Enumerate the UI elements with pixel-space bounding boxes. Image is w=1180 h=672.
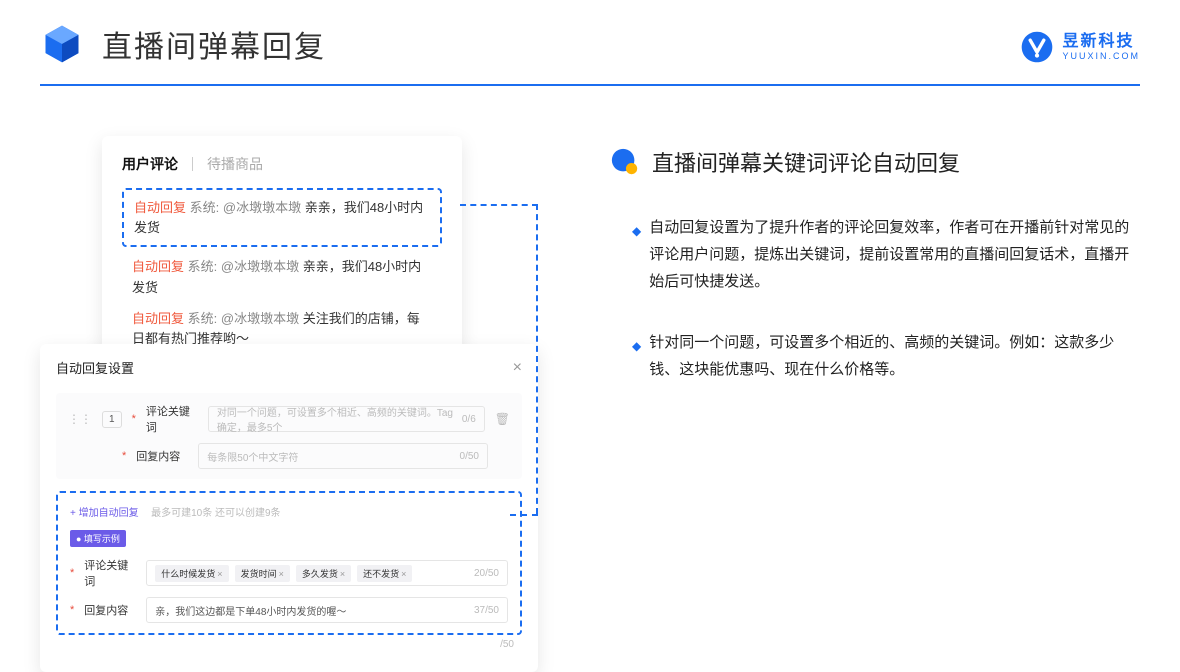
reply-label: 回复内容 xyxy=(136,448,188,464)
bullet-text: 自动回复设置为了提升作者的评论回复效率，作者可在开播前针对常见的评论用户问题，提… xyxy=(649,214,1140,295)
char-counter: 37/50 xyxy=(474,605,499,616)
char-counter: 0/6 xyxy=(462,414,476,425)
required-star: * xyxy=(70,604,74,616)
close-icon[interactable]: × xyxy=(513,359,522,377)
system-label: 系统: @冰墩墩本墩 xyxy=(190,200,305,215)
bullet-text: 针对同一个问题，可设置多个相近的、高频的关键词。例如：这款多少钱、这块能优惠吗、… xyxy=(649,329,1140,383)
keyword-label: 评论关键词 xyxy=(146,403,198,435)
keyword-tag: 多久发货× xyxy=(296,565,351,582)
drag-handle-icon[interactable]: ⋮⋮ xyxy=(68,412,92,426)
required-star: * xyxy=(70,567,74,579)
tab-comments[interactable]: 用户评论 xyxy=(122,154,178,174)
connector-vertical xyxy=(536,204,538,514)
bullet-item: ◆ 针对同一个问题，可设置多个相近的、高频的关键词。例如：这款多少钱、这块能优惠… xyxy=(610,329,1140,383)
keyword-input[interactable]: 对同一个问题，可设置多个相近、高频的关键词。Tag确定，最多5个 0/6 xyxy=(208,406,485,432)
cube-icon xyxy=(40,22,84,66)
highlighted-comment: 自动回复 系统: @冰墩墩本墩 亲亲，我们48小时内发货 xyxy=(122,188,442,247)
system-label: 系统: @冰墩墩本墩 xyxy=(188,311,303,326)
example-badge: ● 填写示例 xyxy=(70,530,126,547)
comment-row: 自动回复 系统: @冰墩墩本墩 关注我们的店铺，每日都有热门推荐哟～ xyxy=(122,299,442,351)
keyword-label: 评论关键词 xyxy=(84,557,136,589)
comment-row: 自动回复 系统: @冰墩墩本墩 亲亲，我们48小时内发货 xyxy=(122,247,442,299)
tab-products[interactable]: 待播商品 xyxy=(207,154,263,174)
example-reply-text: 亲，我们这边都是下单48小时内发货的喔～ xyxy=(155,603,346,618)
right-panel: 直播间弹幕关键词评论自动回复 ◆ 自动回复设置为了提升作者的评论回复效率，作者可… xyxy=(610,136,1140,417)
add-hint: 最多可建10条 还可以创建9条 xyxy=(151,508,280,519)
bullet-item: ◆ 自动回复设置为了提升作者的评论回复效率，作者可在开播前针对常见的评论用户问题… xyxy=(610,214,1140,295)
form-block: ⋮⋮ 1 * 评论关键词 对同一个问题，可设置多个相近、高频的关键词。Tag确定… xyxy=(56,393,522,479)
required-star: * xyxy=(132,413,136,425)
required-star: * xyxy=(122,450,126,462)
placeholder-text: 每条限50个中文字符 xyxy=(207,449,298,464)
settings-card: 自动回复设置 × ⋮⋮ 1 * 评论关键词 对同一个问题，可设置多个相近、高频的… xyxy=(40,344,538,672)
logo-text-cn: 昱新科技 xyxy=(1062,34,1140,50)
char-counter: 20/50 xyxy=(474,568,499,579)
page-title: 直播间弹幕回复 xyxy=(102,22,326,66)
diamond-icon: ◆ xyxy=(632,221,641,295)
auto-reply-tag: 自动回复 xyxy=(132,259,184,274)
tabs: 用户评论 待播商品 xyxy=(122,154,442,174)
logo-icon xyxy=(1020,30,1054,64)
section-title: 直播间弹幕关键词评论自动回复 xyxy=(652,146,960,178)
connector-horizontal xyxy=(460,204,538,206)
order-badge: 1 xyxy=(102,411,122,428)
connector-horizontal-2 xyxy=(510,514,538,516)
left-panel: 用户评论 待播商品 自动回复 系统: @冰墩墩本墩 亲亲，我们48小时内发货 自… xyxy=(40,136,540,417)
brand-logo: 昱新科技 YUUXIN.COM xyxy=(1020,30,1140,64)
reply-input[interactable]: 每条限50个中文字符 0/50 xyxy=(198,443,488,469)
example-reply-input[interactable]: 亲，我们这边都是下单48小时内发货的喔～ 37/50 xyxy=(146,597,508,623)
logo-text-en: YUUXIN.COM xyxy=(1062,52,1140,61)
example-box: + 增加自动回复 最多可建10条 还可以创建9条 ● 填写示例 * 评论关键词 … xyxy=(56,491,522,635)
example-keyword-input[interactable]: 什么时候发货× 发货时间× 多久发货× 还不发货× 20/50 xyxy=(146,560,508,586)
lower-counter: /50 xyxy=(56,639,522,650)
keyword-tag: 还不发货× xyxy=(357,565,412,582)
chat-bubble-icon xyxy=(610,147,640,177)
system-label: 系统: @冰墩墩本墩 xyxy=(188,259,303,274)
add-reply-button[interactable]: + 增加自动回复 xyxy=(70,508,139,519)
auto-reply-tag: 自动回复 xyxy=(134,200,186,215)
keyword-tag: 发货时间× xyxy=(235,565,290,582)
placeholder-text: 对同一个问题，可设置多个相近、高频的关键词。Tag确定，最多5个 xyxy=(217,404,462,434)
tab-divider xyxy=(192,157,193,171)
trash-icon[interactable]: 🗑 xyxy=(495,412,510,426)
char-counter: 0/50 xyxy=(460,451,479,462)
reply-label: 回复内容 xyxy=(84,602,136,618)
page-header: 直播间弹幕回复 xyxy=(0,0,1180,66)
auto-reply-tag: 自动回复 xyxy=(132,311,184,326)
settings-title: 自动回复设置 xyxy=(56,358,134,377)
keyword-tag: 什么时候发货× xyxy=(155,565,228,582)
diamond-icon: ◆ xyxy=(632,336,641,383)
